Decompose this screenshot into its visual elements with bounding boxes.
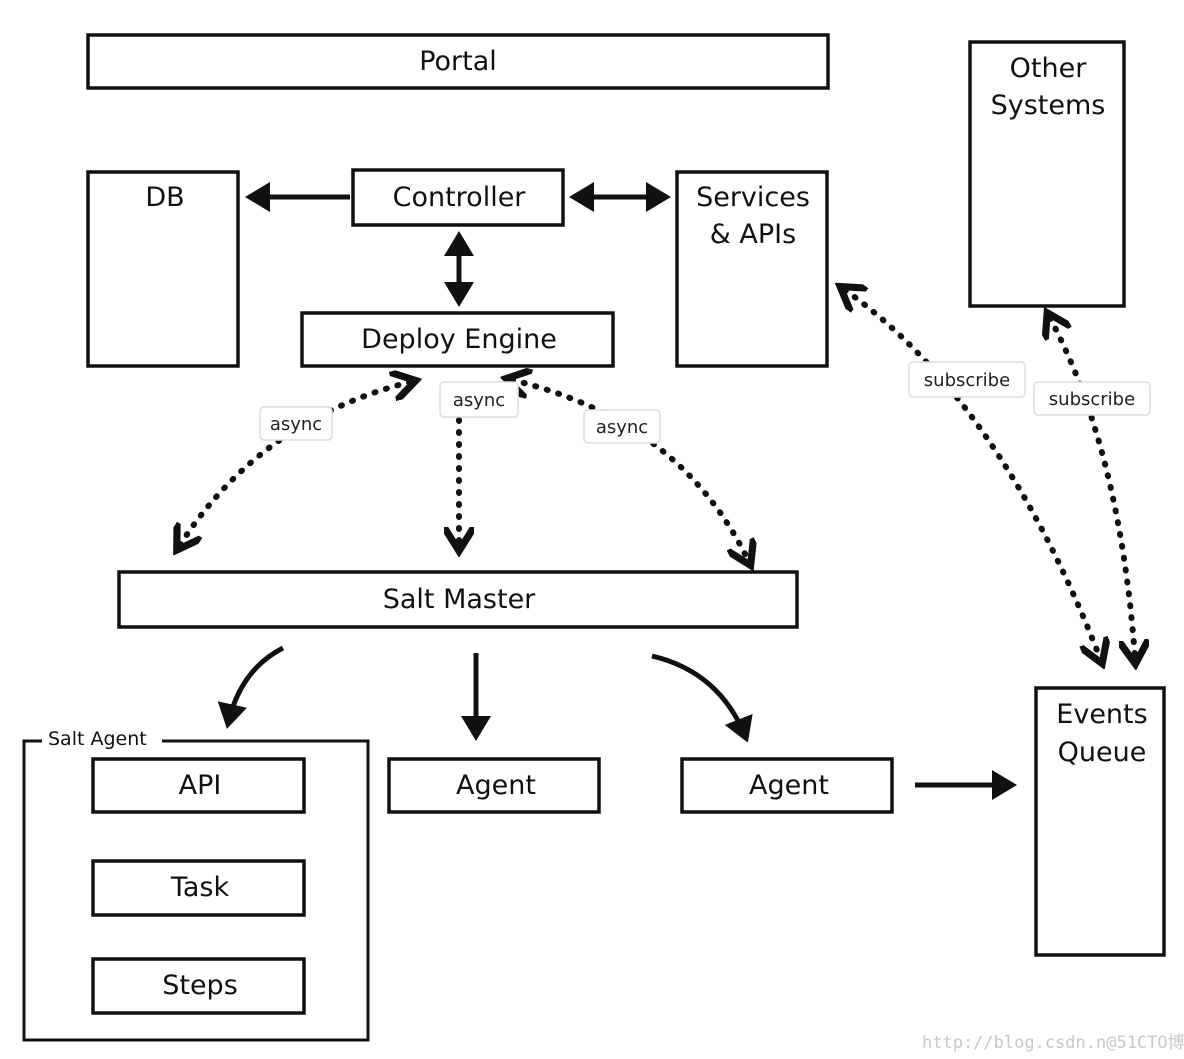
label-async-center-text: async	[453, 390, 505, 411]
edge-subscribe-services	[845, 290, 1100, 658]
node-agent-2: Agent	[680, 757, 894, 814]
node-services-label-1: Services	[696, 182, 810, 213]
node-services-label-2: & APIs	[710, 219, 796, 250]
diagram-canvas: Portal Other Systems DB Controller Servi…	[22, 33, 1184, 1053]
node-agent-1-label: Agent	[456, 770, 536, 801]
node-api-label: API	[179, 770, 222, 801]
label-async-left-text: async	[270, 414, 322, 435]
node-db-label: DB	[145, 182, 184, 213]
node-deploy-engine: Deploy Engine	[300, 311, 615, 368]
node-other-systems: Other Systems	[968, 40, 1126, 308]
node-agent-1: Agent	[387, 757, 601, 814]
architecture-diagram: Portal Other Systems DB Controller Servi…	[0, 0, 1184, 1059]
label-async-right-text: async	[596, 417, 648, 438]
edge-master-salt-agent	[217, 645, 285, 729]
node-salt-master: Salt Master	[117, 570, 799, 629]
edge-async-right	[512, 380, 748, 560]
watermark: http://blog.csdn.n@51CTO博客	[922, 1033, 1184, 1053]
label-async-right: async	[583, 409, 661, 444]
node-portal: Portal	[86, 33, 830, 90]
node-controller-label: Controller	[393, 182, 527, 213]
label-subscribe-services: subscribe	[908, 361, 1026, 398]
node-other-systems-label-1: Other	[1010, 53, 1088, 84]
label-subscribe-services-text: subscribe	[924, 370, 1010, 391]
node-events-queue: Events Queue	[1034, 686, 1166, 957]
node-steps: Steps	[91, 957, 306, 1015]
node-events-label-1: Events	[1056, 699, 1147, 730]
node-agent-2-label: Agent	[749, 770, 829, 801]
node-other-systems-label-2: Systems	[991, 90, 1106, 121]
node-deploy-engine-label: Deploy Engine	[361, 324, 557, 355]
node-services-apis: Services & APIs	[675, 170, 829, 368]
node-controller: Controller	[351, 168, 565, 227]
edge-master-agent-2	[651, 653, 753, 743]
label-async-center: async	[439, 381, 519, 418]
node-api: API	[91, 757, 306, 814]
label-subscribe-other-text: subscribe	[1049, 389, 1135, 410]
label-async-left: async	[259, 406, 333, 441]
node-steps-label: Steps	[162, 970, 238, 1001]
edge-subscribe-other	[1050, 318, 1135, 658]
label-subscribe-other: subscribe	[1033, 381, 1151, 416]
node-db: DB	[86, 170, 240, 368]
node-task-label: Task	[170, 872, 230, 903]
node-salt-master-label: Salt Master	[383, 584, 536, 615]
node-salt-agent-label: Salt Agent	[48, 728, 147, 750]
node-task: Task	[91, 859, 306, 917]
node-portal-label: Portal	[419, 46, 497, 77]
node-events-label-2: Queue	[1058, 737, 1147, 768]
